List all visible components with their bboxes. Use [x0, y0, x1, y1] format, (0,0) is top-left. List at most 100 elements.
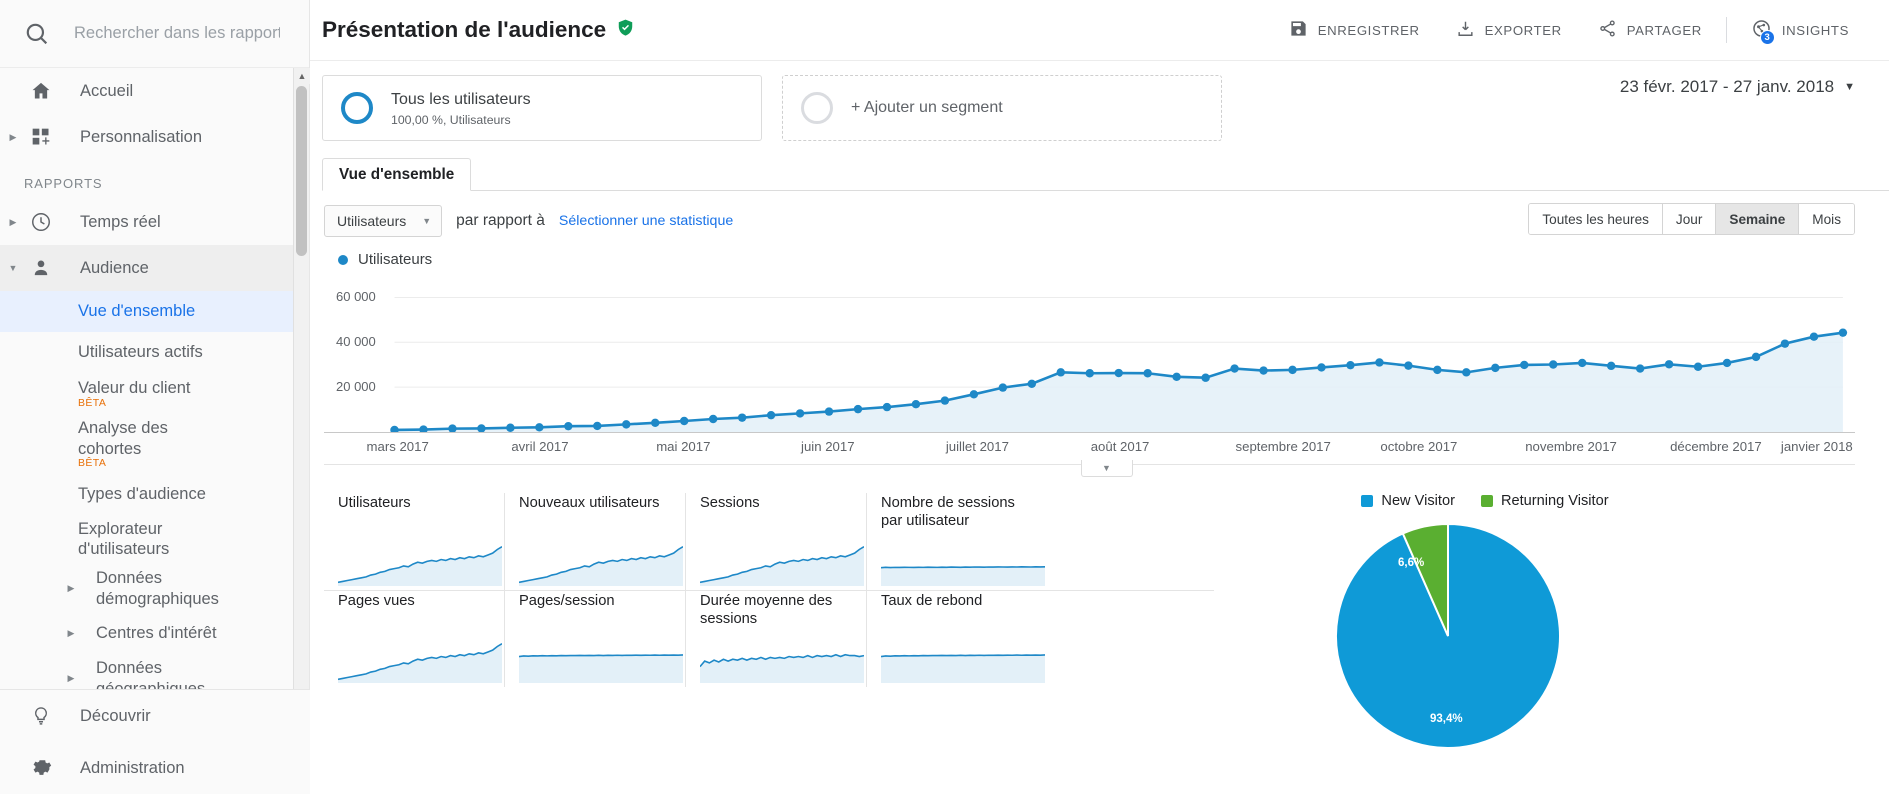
metric-card-sessions-par-utilisateur[interactable]: Nombre de sessions par utilisateur: [867, 493, 1048, 590]
sidebar-bottom-nav: Découvrir Administration: [0, 689, 310, 794]
sidebar-item-temps-reel[interactable]: ▶ Temps réel: [0, 199, 309, 245]
sidebar-scrollbar[interactable]: ▲ ▼: [293, 68, 310, 708]
sidebar-item-administration[interactable]: Administration: [0, 742, 310, 794]
metric-card-utilisateurs[interactable]: Utilisateurs: [324, 493, 505, 590]
metric-card-pages-session[interactable]: Pages/session: [505, 591, 686, 687]
chevron-down-icon: ▼: [1844, 81, 1855, 93]
sidebar-item-decouvrir[interactable]: Découvrir: [0, 690, 310, 742]
scroll-up-icon[interactable]: ▲: [294, 68, 310, 84]
top-bar: Présentation de l'audience ENREGISTRER E…: [310, 0, 1889, 61]
users-line-chart[interactable]: [324, 280, 1855, 432]
sparkline-flat-high: [881, 654, 1045, 683]
metric-card-nouveaux-utilisateurs[interactable]: Nouveaux utilisateurs: [505, 493, 686, 590]
pie-legend: New Visitor Returning Visitor: [1270, 493, 1700, 509]
y-tick-label: 60 000: [336, 289, 376, 305]
granularity-group: Toutes les heures Jour Semaine Mois: [1528, 203, 1855, 235]
search-input[interactable]: [72, 23, 282, 44]
sidebar-item-label: Audience: [80, 258, 149, 277]
segment-subtitle: 100,00 %, Utilisateurs: [391, 112, 511, 127]
chevron-right-icon: ▶: [67, 628, 75, 639]
pie-legend-item-returning-visitor[interactable]: Returning Visitor: [1480, 493, 1609, 509]
sidebar-item-label: Valeur du client BÊTA: [78, 378, 191, 409]
sidebar-item-centres-dinteret[interactable]: ▶ Centres d'intérêt: [0, 613, 309, 654]
share-label: PARTAGER: [1626, 22, 1702, 38]
select-metric-link[interactable]: Sélectionner une statistique: [559, 213, 733, 229]
sparkline-rising: [519, 546, 683, 586]
sidebar-search-row: [0, 0, 309, 68]
date-range-picker[interactable]: 23 févr. 2017 - 27 janv. 2018 ▼: [1620, 77, 1855, 97]
pie-legend-item-new-visitor[interactable]: New Visitor: [1361, 493, 1455, 509]
lower-section: Utilisateurs Nouveaux utilisateurs Sessi…: [310, 465, 1889, 751]
download-icon: [1456, 19, 1475, 41]
metric-card-pages-vues[interactable]: Pages vues: [324, 591, 505, 687]
scrollbar-thumb[interactable]: [296, 86, 307, 256]
tab-strip: Vue d'ensemble: [322, 158, 1889, 191]
sidebar-item-label: Temps réel: [80, 212, 161, 231]
pie-slice-label-new-visitor: 93,4%: [1430, 713, 1463, 725]
granularity-hourly[interactable]: Toutes les heures: [1529, 204, 1663, 234]
gear-icon: [26, 757, 56, 779]
x-tick-label: novembre 2017: [1525, 439, 1617, 454]
share-button[interactable]: PARTAGER: [1580, 10, 1720, 50]
metric-card-duree-moyenne[interactable]: Durée moyenne des sessions: [686, 591, 867, 687]
sidebar-section-label: RAPPORTS: [24, 176, 103, 191]
metric-select-value: Utilisateurs: [337, 213, 407, 229]
pie-chart-area[interactable]: 93,4% 6,6%: [1270, 521, 1700, 751]
sidebar-item-label: Centres d'intérêt: [96, 624, 217, 643]
beta-badge: BÊTA: [78, 396, 107, 409]
chart-plot-area[interactable]: 60 000 40 000 20 000: [324, 280, 1855, 432]
export-button[interactable]: EXPORTER: [1438, 10, 1580, 50]
add-segment-button[interactable]: + Ajouter un segment: [782, 75, 1222, 141]
sidebar-item-audience[interactable]: ▼ Audience: [0, 245, 309, 291]
granularity-month[interactable]: Mois: [1799, 204, 1854, 234]
sidebar-item-label: Explorateur d'utilisateurs: [78, 519, 170, 559]
sparkline-wavy: [700, 653, 864, 683]
add-segment-label: + Ajouter un segment: [851, 99, 1003, 116]
search-icon: [24, 21, 50, 47]
metric-card-taux-de-rebond[interactable]: Taux de rebond: [867, 591, 1048, 687]
sparkline-rising: [338, 546, 502, 586]
insights-button[interactable]: 3 INSIGHTS: [1733, 10, 1867, 50]
page-title-text: Présentation de l'audience: [322, 17, 607, 42]
segment-title: Tous les utilisateurs: [391, 91, 531, 109]
export-label: EXPORTER: [1484, 22, 1562, 38]
sparkline-rising: [338, 643, 502, 683]
legend-label-returning-visitor: Returning Visitor: [1500, 493, 1609, 509]
save-button[interactable]: ENREGISTRER: [1271, 10, 1438, 50]
sidebar-item-valeur-du-client[interactable]: Valeur du client BÊTA: [0, 373, 309, 414]
analytics-app: Accueil ▶ Personnalisation RAPPORTS ▶: [0, 0, 1889, 794]
granularity-day[interactable]: Jour: [1662, 204, 1717, 234]
sidebar-item-utilisateurs-actifs[interactable]: Utilisateurs actifs: [0, 332, 309, 373]
verified-shield-icon: [616, 17, 635, 43]
sidebar-item-explorateur-dutilisateurs[interactable]: Explorateur d'utilisateurs: [0, 515, 309, 564]
clock-icon: [26, 211, 56, 233]
legend-label-new-visitor: New Visitor: [1381, 493, 1455, 509]
sidebar-item-types-daudience[interactable]: Types d'audience: [0, 474, 309, 515]
metric-card-sessions[interactable]: Sessions: [686, 493, 867, 590]
legend-swatch-returning-visitor: [1480, 495, 1493, 507]
chart-collapse-handle[interactable]: ▼: [1080, 460, 1133, 477]
chevron-right-icon: ▶: [67, 673, 75, 684]
metric-title: Durée moyenne des sessions: [700, 593, 833, 627]
segment-card-all-users[interactable]: Tous les utilisateurs 100,00 %, Utilisat…: [322, 75, 762, 141]
visitor-type-pie-chart[interactable]: [1270, 521, 1700, 751]
x-tick-label: juillet 2017: [945, 439, 1009, 454]
sidebar-item-label: Utilisateurs actifs: [78, 343, 203, 362]
person-icon: [26, 258, 56, 278]
segment-placeholder-ring-icon: [801, 92, 833, 124]
main-chart-panel: Utilisateurs 60 000 40 000 20 000 mars 2…: [324, 251, 1889, 477]
x-tick-label: décembre 2017: [1670, 439, 1762, 454]
sidebar-item-analyse-des-cohortes[interactable]: Analyse des cohortes BÊTA: [0, 414, 309, 474]
tab-vue-densemble[interactable]: Vue d'ensemble: [322, 158, 472, 191]
sidebar-item-text: Analyse des cohortes: [78, 419, 168, 458]
metric-select[interactable]: Utilisateurs ▼: [324, 205, 443, 237]
sidebar-item-donnees-demographiques[interactable]: ▶ Données démographiques: [0, 564, 309, 613]
granularity-week[interactable]: Semaine: [1716, 204, 1800, 234]
sidebar-item-vue-densemble[interactable]: Vue d'ensemble: [0, 291, 309, 332]
sidebar-item-accueil[interactable]: Accueil: [0, 68, 309, 114]
sidebar: Accueil ▶ Personnalisation RAPPORTS ▶: [0, 0, 310, 794]
metrics-grid: Utilisateurs Nouveaux utilisateurs Sessi…: [324, 493, 1214, 751]
x-tick-label: janvier 2018: [1780, 439, 1853, 454]
visitor-type-panel: New Visitor Returning Visitor 93,4% 6,6%: [1270, 493, 1700, 751]
sidebar-item-personnalisation[interactable]: ▶ Personnalisation: [0, 114, 309, 160]
